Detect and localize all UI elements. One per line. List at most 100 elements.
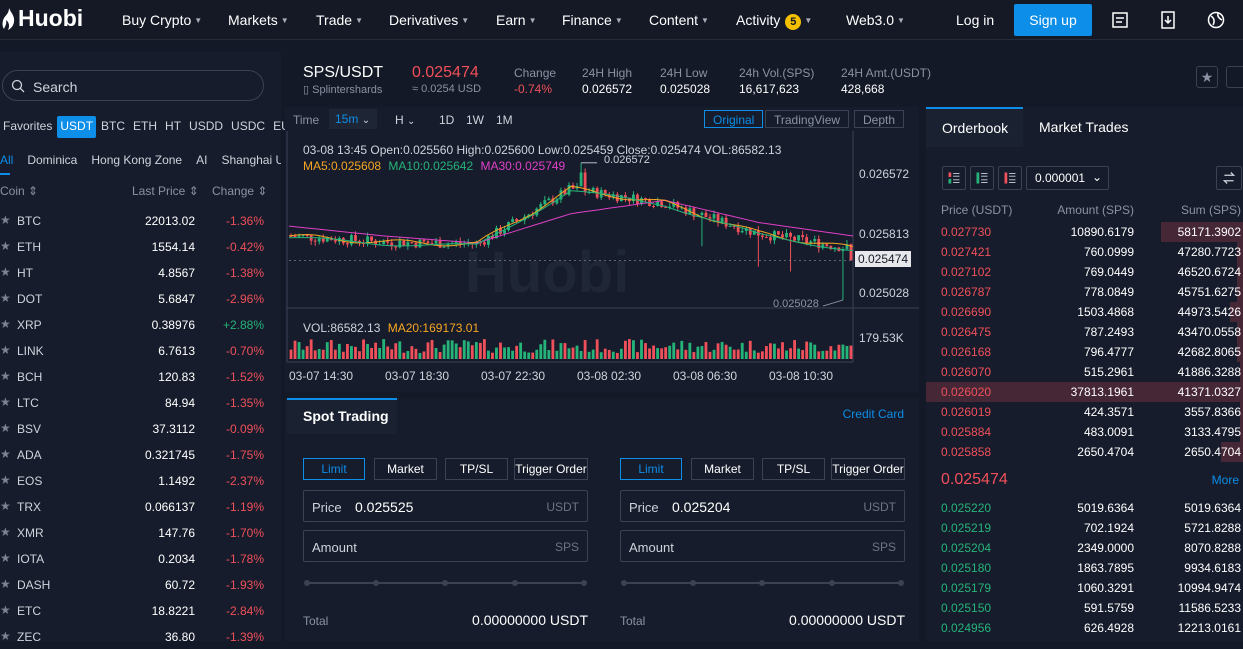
market-row[interactable]: ★ ZEC 36.80 -1.39% bbox=[0, 623, 281, 649]
col-change[interactable]: Change ⇕ bbox=[212, 184, 267, 198]
tab-usdt[interactable]: USDT bbox=[57, 116, 97, 138]
star-icon[interactable]: ★ bbox=[0, 395, 11, 409]
nav-buy-crypto[interactable]: Buy Crypto ▼ bbox=[122, 12, 202, 28]
market-row[interactable]: ★ ADA 0.321745 -1.75% bbox=[0, 441, 281, 467]
star-icon[interactable]: ★ bbox=[0, 603, 11, 617]
globe-icon[interactable] bbox=[1206, 10, 1226, 30]
order-type-tpsl[interactable]: TP/SL bbox=[445, 458, 508, 480]
nav-markets[interactable]: Markets ▼ bbox=[228, 12, 289, 28]
market-row[interactable]: ★ DASH 60.72 -1.93% bbox=[0, 571, 281, 597]
tab-eth[interactable]: ETH bbox=[130, 116, 160, 138]
market-row[interactable]: ★ ETH 1554.14 -0.42% bbox=[0, 233, 281, 259]
star-icon[interactable]: ★ bbox=[0, 265, 11, 279]
sell-amount-field[interactable]: Amount SPS bbox=[620, 530, 905, 562]
bid-row[interactable]: 0.025204 2349.0000 8070.8288 bbox=[926, 538, 1243, 558]
star-icon[interactable]: ★ bbox=[0, 239, 11, 253]
star-icon[interactable]: ★ bbox=[0, 551, 11, 565]
interval-h[interactable]: H ⌄ bbox=[395, 113, 415, 127]
nav-activity[interactable]: Activity 5 ▼ bbox=[736, 12, 812, 30]
more-link[interactable]: More bbox=[1212, 473, 1239, 487]
market-row[interactable]: ★ HT 4.8567 -1.38% bbox=[0, 259, 281, 285]
zone-shanghai[interactable]: Shanghai U bbox=[221, 153, 281, 167]
buy-price-field[interactable]: Price 0.025525 USDT bbox=[303, 490, 588, 522]
star-icon[interactable]: ★ bbox=[0, 369, 11, 383]
huobi-logo[interactable]: Huobi bbox=[2, 5, 83, 32]
ask-row[interactable]: 0.027102 769.0449 46520.6724 bbox=[926, 262, 1243, 282]
bid-row[interactable]: 0.024956 626.4928 12213.0161 bbox=[926, 618, 1243, 638]
nav-web3[interactable]: Web3.0 ▼ bbox=[846, 12, 905, 28]
market-row[interactable]: ★ DOT 5.6847 -2.96% bbox=[0, 285, 281, 311]
ask-row[interactable]: 0.026070 515.2961 41886.3288 bbox=[926, 362, 1243, 382]
swap-icon[interactable] bbox=[1216, 166, 1242, 190]
tab-usdd[interactable]: USDD bbox=[186, 116, 226, 138]
market-row[interactable]: ★ XRP 0.38976 +2.88% bbox=[0, 311, 281, 337]
ask-row[interactable]: 0.025884 483.0091 3133.4795 bbox=[926, 422, 1243, 442]
favorite-star-icon[interactable]: ★ bbox=[1196, 66, 1218, 88]
order-type-trigger[interactable]: Trigger Order bbox=[831, 458, 905, 480]
star-icon[interactable]: ★ bbox=[0, 317, 11, 331]
star-icon[interactable]: ★ bbox=[0, 473, 11, 487]
ask-row[interactable]: 0.026787 778.0849 45751.6275 bbox=[926, 282, 1243, 302]
download-icon[interactable] bbox=[1158, 10, 1178, 30]
ask-row[interactable]: 0.026475 787.2493 43470.0558 bbox=[926, 322, 1243, 342]
market-row[interactable]: ★ TRX 0.066137 -1.19% bbox=[0, 493, 281, 519]
precision-select[interactable]: 0.000001 ⌄ bbox=[1026, 166, 1109, 190]
zone-ai[interactable]: AI bbox=[196, 153, 207, 167]
nav-content[interactable]: Content ▼ bbox=[649, 12, 709, 28]
tab-ht[interactable]: HT bbox=[162, 116, 184, 138]
star-icon[interactable]: ★ bbox=[0, 213, 11, 227]
market-row[interactable]: ★ IOTA 0.2034 -1.78% bbox=[0, 545, 281, 571]
interval-1m[interactable]: 1M bbox=[496, 113, 513, 127]
pair-title[interactable]: SPS/USDT bbox=[303, 64, 383, 82]
order-type-market[interactable]: Market bbox=[374, 458, 437, 480]
star-icon[interactable]: ★ bbox=[0, 421, 11, 435]
orderbook-both-icon[interactable] bbox=[942, 166, 966, 190]
zone-hong-kong[interactable]: Hong Kong Zone bbox=[91, 153, 182, 167]
market-row[interactable]: ★ BSV 37.3112 -0.09% bbox=[0, 415, 281, 441]
order-type-limit[interactable]: Limit bbox=[303, 458, 365, 480]
view-depth[interactable]: Depth bbox=[854, 110, 905, 128]
star-icon[interactable]: ★ bbox=[0, 577, 11, 591]
orderbook-bids-icon[interactable] bbox=[970, 166, 994, 190]
nav-derivatives[interactable]: Derivatives ▼ bbox=[389, 12, 469, 28]
col-coin[interactable]: Coin ⇕ bbox=[0, 184, 38, 198]
bid-row[interactable]: 0.025219 702.1924 5721.8288 bbox=[926, 518, 1243, 538]
market-row[interactable]: ★ ETC 18.8221 -2.84% bbox=[0, 597, 281, 623]
ask-row[interactable]: 0.025858 2650.4704 2650.4704 bbox=[926, 442, 1243, 462]
zone-all[interactable]: All bbox=[0, 153, 13, 167]
order-type-limit[interactable]: Limit bbox=[620, 458, 682, 480]
market-row[interactable]: ★ LTC 84.94 -1.35% bbox=[0, 389, 281, 415]
spot-trading-tab[interactable]: Spot Trading bbox=[287, 398, 397, 434]
kline-chart[interactable]: Huobi Time 15m ⌄ H ⌄ 1D 1W 1M Original T… bbox=[285, 107, 919, 392]
buy-amount-field[interactable]: Amount SPS bbox=[303, 530, 588, 562]
sell-price-field[interactable]: Price 0.025204 USDT bbox=[620, 490, 905, 522]
sell-amount-slider[interactable] bbox=[620, 579, 905, 587]
ask-row[interactable]: 0.027730 10890.6179 58171.3902 bbox=[926, 222, 1243, 242]
interval-1w[interactable]: 1W bbox=[466, 113, 484, 127]
bid-row[interactable]: 0.025220 5019.6364 5019.6364 bbox=[926, 498, 1243, 518]
zone-dominica[interactable]: Dominica bbox=[27, 153, 77, 167]
order-type-market[interactable]: Market bbox=[691, 458, 754, 480]
market-row[interactable]: ★ BTC 22013.02 -1.36% bbox=[0, 207, 281, 233]
view-tradingview[interactable]: TradingView bbox=[765, 110, 850, 128]
tab-btc[interactable]: BTC bbox=[98, 116, 128, 138]
market-row[interactable]: ★ EOS 1.1492 -2.37% bbox=[0, 467, 281, 493]
interval-select[interactable]: 15m ⌄ bbox=[329, 109, 377, 129]
orders-icon[interactable] bbox=[1110, 10, 1130, 30]
tab-favorites[interactable]: Favorites bbox=[0, 116, 55, 138]
bid-row[interactable]: 0.025179 1060.3291 10994.9474 bbox=[926, 578, 1243, 598]
tab-usdc[interactable]: USDC bbox=[228, 116, 268, 138]
market-row[interactable]: ★ BCH 120.83 -1.52% bbox=[0, 363, 281, 389]
settings-icon[interactable] bbox=[1226, 66, 1243, 88]
star-icon[interactable]: ★ bbox=[0, 525, 11, 539]
order-type-trigger[interactable]: Trigger Order bbox=[514, 458, 588, 480]
bid-row[interactable]: 0.025150 591.5759 11586.5233 bbox=[926, 598, 1243, 618]
market-row[interactable]: ★ LINK 6.7613 -0.70% bbox=[0, 337, 281, 363]
ask-row[interactable]: 0.026690 1503.4868 44973.5426 bbox=[926, 302, 1243, 322]
nav-earn[interactable]: Earn ▼ bbox=[496, 12, 537, 28]
tab-market-trades[interactable]: Market Trades bbox=[1039, 119, 1128, 135]
ask-row[interactable]: 0.026020 37813.1961 41371.0327 bbox=[926, 382, 1243, 402]
credit-card-link[interactable]: Credit Card bbox=[843, 407, 904, 421]
market-row[interactable]: ★ XMR 147.76 -1.70% bbox=[0, 519, 281, 545]
interval-1d[interactable]: 1D bbox=[439, 113, 454, 127]
